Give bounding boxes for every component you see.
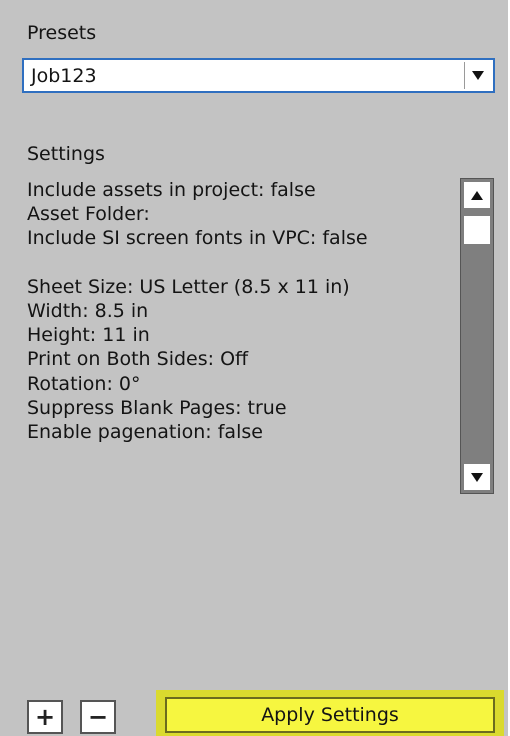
presets-label: Presets xyxy=(27,22,97,44)
scroll-down-button[interactable] xyxy=(464,464,490,490)
settings-scrollbar[interactable] xyxy=(460,178,494,494)
settings-line: Sheet Size: US Letter (8.5 x 11 in) xyxy=(27,275,350,298)
chevron-down-icon xyxy=(472,71,484,80)
settings-line: Include SI screen fonts in VPC: false xyxy=(27,227,368,250)
arrow-up-icon xyxy=(471,190,483,200)
settings-line: Include assets in project: false xyxy=(27,179,316,201)
settings-line: Enable pagenation: false xyxy=(27,420,263,443)
apply-settings-button[interactable]: Apply Settings xyxy=(165,697,495,733)
settings-panel: Presets Job123 Settings Include assets i… xyxy=(0,0,510,736)
scroll-up-button[interactable] xyxy=(464,182,490,208)
settings-line: Print on Both Sides: Off xyxy=(27,348,249,371)
settings-line xyxy=(27,251,452,275)
settings-label: Settings xyxy=(27,143,105,165)
settings-line: Suppress Blank Pages: true xyxy=(27,396,287,419)
arrow-down-icon xyxy=(471,472,483,482)
settings-line: Rotation: 0° xyxy=(27,372,141,395)
settings-line: Height: 11 in xyxy=(27,324,150,347)
presets-selected-value: Job123 xyxy=(31,65,97,87)
settings-line: Asset Folder: xyxy=(27,203,150,226)
settings-list: Include assets in project: false Asset F… xyxy=(27,178,452,456)
remove-preset-button[interactable]: − xyxy=(80,700,116,734)
dropdown-arrow-button[interactable] xyxy=(464,62,491,89)
add-preset-button[interactable]: + xyxy=(27,700,63,734)
settings-line: Width: 8.5 in xyxy=(27,299,149,322)
scroll-thumb[interactable] xyxy=(464,216,490,244)
presets-dropdown[interactable]: Job123 xyxy=(22,58,495,93)
